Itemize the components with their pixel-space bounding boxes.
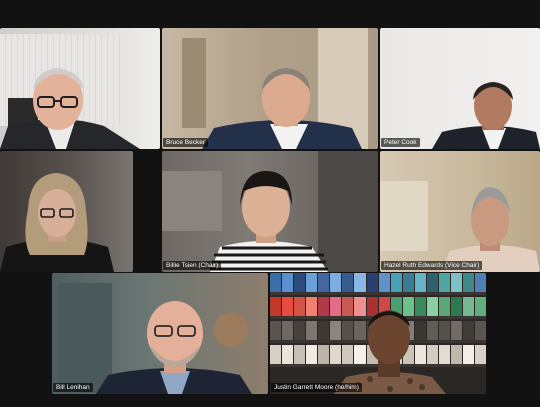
participant-2-name: Bruce Becker <box>163 138 209 147</box>
participant-8-video <box>334 310 446 394</box>
participant-5-video <box>210 171 328 272</box>
participant-5-name: Billie Tsien (Chair) <box>163 261 222 270</box>
participant-6-name: Hazel Ruth Edwards (Vice Chair) <box>381 261 483 270</box>
video-tile-participant-2[interactable]: Bruce Becker <box>162 28 378 149</box>
participant-7-video <box>96 301 252 394</box>
participant-8-name: Justin Garrett Moore (he/him) <box>271 383 362 392</box>
video-tile-participant-3[interactable]: Peter Cook <box>380 28 540 149</box>
video-tile-participant-7[interactable]: Bill Lenihan <box>52 273 268 394</box>
video-tile-participant-1[interactable] <box>0 28 160 149</box>
video-tile-participant-4[interactable] <box>0 151 133 272</box>
participant-6-video <box>440 187 540 272</box>
participant-1-video <box>0 68 140 149</box>
participant-2-video <box>202 68 362 149</box>
participant-3-name: Peter Cook <box>381 138 420 147</box>
participant-3-video <box>432 82 540 149</box>
participant-4-video <box>0 173 114 272</box>
video-tile-participant-6[interactable]: Hazel Ruth Edwards (Vice Chair) <box>380 151 540 272</box>
participant-7-name: Bill Lenihan <box>53 383 93 392</box>
video-tile-participant-5[interactable]: Billie Tsien (Chair) <box>162 151 378 272</box>
video-tile-participant-8[interactable]: Justin Garrett Moore (he/him) <box>270 273 486 394</box>
video-call-gallery: { "participants": [ {"id": "p1", "name":… <box>0 0 540 407</box>
